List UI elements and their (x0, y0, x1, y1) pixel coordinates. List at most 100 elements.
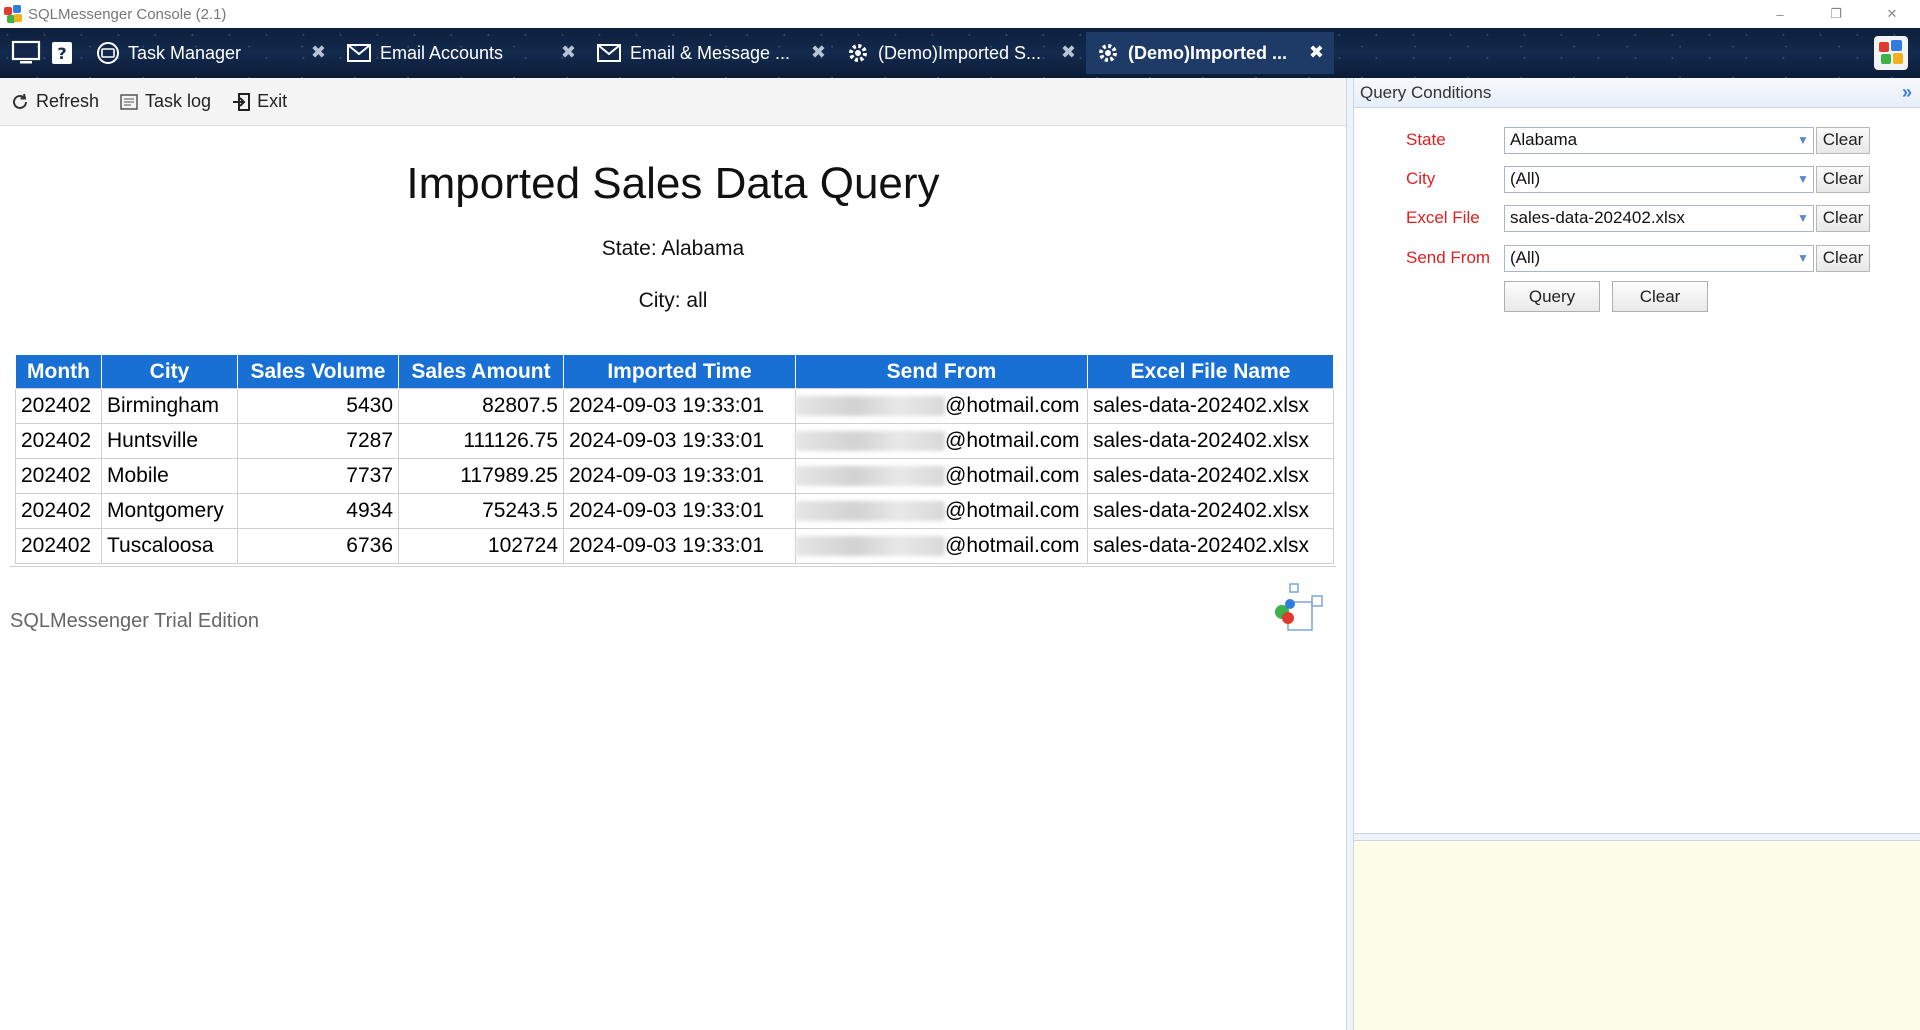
exit-icon (233, 92, 251, 111)
city-cell: Tuscaloosa (101, 528, 238, 564)
close-tab-icon[interactable]: ✖ (811, 42, 826, 63)
clear-city-button[interactable]: Clear (1816, 165, 1870, 193)
month-cell: 202402 (15, 423, 102, 459)
table-row: 202402 Mobile 7737 117989.25 2024-09-03 … (15, 458, 1334, 494)
close-window-button[interactable]: ✕ (1864, 0, 1920, 28)
refresh-icon (13, 93, 27, 109)
tab-label: (Demo)Imported S... (878, 42, 1042, 63)
help-icon[interactable]: ? (44, 35, 80, 71)
query-button[interactable]: Query (1504, 281, 1600, 312)
collapse-panel-icon[interactable]: » (1902, 82, 1912, 103)
column-header: Imported Time (563, 354, 796, 389)
column-header: Month (15, 354, 102, 389)
exit-button[interactable]: Exit (231, 91, 287, 112)
chevron-down-icon[interactable]: ▼ (1793, 246, 1813, 271)
city-cell: Birmingham (101, 388, 238, 424)
trial-edition-text: SQLMessenger Trial Edition (10, 610, 260, 632)
report-view: Imported Sales Data Query State: Alabama… (0, 127, 1346, 1030)
amount-cell: 82807.5 (398, 388, 564, 424)
amount-cell: 111126.75 (398, 423, 564, 459)
close-tab-icon[interactable]: ✖ (311, 42, 326, 63)
file-cell: sales-data-202402.xlsx (1087, 388, 1334, 424)
send-from-cell: @hotmail.com (795, 493, 1088, 529)
volume-cell: 7287 (237, 423, 399, 459)
excel-file-select[interactable]: sales-data-202402.xlsx ▼ (1504, 204, 1814, 232)
tab-label: (Demo)Imported ... (1128, 42, 1288, 63)
chevron-down-icon[interactable]: ▼ (1793, 128, 1813, 153)
task-log-button[interactable]: Task log (119, 91, 211, 112)
city-filter-text: City: all (638, 289, 708, 312)
tab-demo-imported-active[interactable]: (Demo)Imported ... ✖ (1086, 32, 1334, 74)
svg-text:?: ? (57, 44, 66, 63)
email-accounts-icon (347, 44, 371, 62)
state-field-row: State Alabama ▼ Clear (1354, 126, 1920, 154)
title-bar: SQLMessenger Console (2.1) – ❐ ✕ (0, 0, 1920, 28)
column-header: Excel File Name (1087, 354, 1334, 389)
volume-cell: 6736 (237, 528, 399, 564)
clear-all-button[interactable]: Clear (1612, 281, 1708, 312)
minimize-button[interactable]: – (1752, 0, 1808, 28)
restore-button[interactable]: ❐ (1808, 0, 1864, 28)
month-cell: 202402 (15, 458, 102, 494)
tab-bar: ? Task Manager ✖ Email Accounts ✖ Email … (0, 28, 1920, 78)
send-from-cell: @hotmail.com (795, 423, 1088, 459)
tab-demo-imported-1[interactable]: (Demo)Imported S... ✖ (836, 32, 1086, 74)
chevron-down-icon[interactable]: ▼ (1793, 167, 1813, 192)
city-cell: Mobile (101, 458, 238, 494)
sqlmessenger-logo-icon (1268, 582, 1328, 638)
file-cell: sales-data-202402.xlsx (1087, 423, 1334, 459)
chevron-down-icon[interactable]: ▼ (1793, 206, 1813, 231)
time-cell: 2024-09-03 19:33:01 (563, 388, 796, 424)
redacted-email (795, 466, 945, 487)
toolbar: Refresh Task log Exit (0, 78, 1346, 126)
table-row: 202402 Tuscaloosa 6736 102724 2024-09-03… (15, 528, 1334, 564)
time-cell: 2024-09-03 19:33:01 (563, 458, 796, 494)
clear-state-button[interactable]: Clear (1816, 126, 1870, 154)
column-header: City (101, 354, 238, 389)
horizontal-splitter[interactable] (1354, 833, 1920, 841)
task-log-label: Task log (145, 91, 212, 111)
city-select[interactable]: (All) ▼ (1504, 165, 1814, 193)
state-select[interactable]: Alabama ▼ (1504, 126, 1814, 154)
city-cell: Huntsville (101, 423, 238, 459)
tab-task-manager[interactable]: Task Manager ✖ (86, 32, 336, 74)
monitor-icon[interactable] (8, 35, 44, 71)
send-from-cell: @hotmail.com (795, 528, 1088, 564)
file-cell: sales-data-202402.xlsx (1087, 493, 1334, 529)
send-from-cell: @hotmail.com (795, 388, 1088, 424)
column-header: Send From (795, 354, 1088, 389)
close-tab-icon[interactable]: ✖ (561, 42, 576, 63)
time-cell: 2024-09-03 19:33:01 (563, 528, 796, 564)
time-cell: 2024-09-03 19:33:01 (563, 493, 796, 529)
refresh-label: Refresh (36, 91, 100, 111)
user-avatar-icon[interactable] (1874, 36, 1908, 70)
close-tab-icon[interactable]: ✖ (1061, 42, 1076, 63)
redacted-email (795, 431, 945, 452)
panel-title: Query Conditions (1360, 82, 1492, 102)
close-tab-icon[interactable]: ✖ (1309, 42, 1324, 63)
window-title: SQLMessenger Console (2.1) (28, 5, 227, 23)
city-cell: Montgomery (101, 493, 238, 529)
sales-table: Month City Sales Volume Sales Amount Imp… (15, 354, 1334, 564)
month-cell: 202402 (15, 528, 102, 564)
file-cell: sales-data-202402.xlsx (1087, 528, 1334, 564)
amount-cell: 75243.5 (398, 493, 564, 529)
send-from-label: Send From (1406, 248, 1491, 267)
table-row: 202402 Huntsville 7287 111126.75 2024-09… (15, 423, 1334, 459)
clear-excel-file-button[interactable]: Clear (1816, 204, 1870, 232)
tab-label: Task Manager (128, 42, 242, 63)
notes-area (1354, 841, 1920, 1030)
refresh-button[interactable]: Refresh (10, 91, 99, 112)
state-filter-text: State: Alabama (601, 237, 745, 260)
column-header: Sales Amount (398, 354, 564, 389)
tab-email-accounts[interactable]: Email Accounts ✖ (336, 32, 586, 74)
report-divider (10, 566, 1336, 567)
amount-cell: 117989.25 (398, 458, 564, 494)
clear-send-from-button[interactable]: Clear (1816, 244, 1870, 272)
volume-cell: 7737 (237, 458, 399, 494)
log-icon (120, 93, 138, 110)
tab-email-message[interactable]: Email & Message ... ✖ (586, 32, 836, 74)
report-title: Imported Sales Data Query (406, 159, 940, 208)
vertical-splitter[interactable] (1346, 78, 1354, 1030)
send-from-select[interactable]: (All) ▼ (1504, 244, 1814, 272)
